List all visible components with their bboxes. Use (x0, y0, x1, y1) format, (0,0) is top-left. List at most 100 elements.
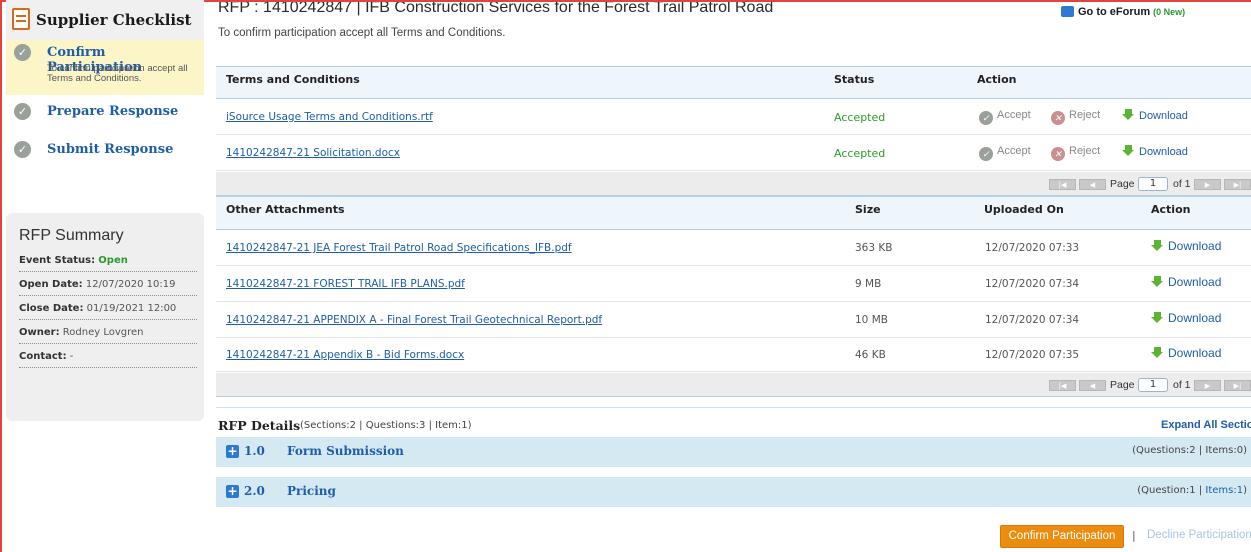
check-icon: ✓ (14, 141, 31, 158)
section-meta: (Question:1 | Items:1) (1137, 485, 1247, 496)
next-page-icon[interactable]: ▶ (1194, 179, 1221, 190)
summary-owner: Owner: Rodney Lovgren (19, 323, 197, 344)
prev-page-icon[interactable]: ◀ (1079, 380, 1106, 391)
divider (216, 407, 1251, 408)
page-label: Page (1110, 178, 1135, 190)
step-label[interactable]: Submit Response (47, 142, 173, 157)
page-subtitle: To confirm participation accept all Term… (218, 27, 506, 39)
close-icon: ✕ (1051, 147, 1065, 161)
terms-pager: |◀ ◀ Page 1 of 1 ▶ ▶| (216, 172, 1251, 196)
table-row: iSource Usage Terms and Conditions.rtf A… (216, 100, 1251, 135)
table-row: 1410242847-21 Solicitation.docx Accepted… (216, 136, 1251, 171)
terms-table-header: Terms and Conditions Status Action (216, 66, 1251, 99)
download-icon (1122, 145, 1135, 157)
open-date-value: 12/07/2020 10:19 (85, 279, 176, 290)
chat-icon[interactable] (1061, 6, 1074, 17)
event-status-label: Event Status: (19, 255, 96, 266)
details-title: RFP Details (218, 418, 301, 433)
check-icon: ✓ (979, 111, 993, 125)
check-icon: ✓ (14, 44, 31, 61)
prev-page-icon[interactable]: ◀ (1079, 179, 1106, 190)
decline-participation-link[interactable]: Decline Participation (1147, 529, 1251, 541)
confirm-participation-button[interactable]: Confirm Participation (1000, 525, 1124, 548)
accept-button[interactable]: ✓ Accept (979, 109, 1031, 125)
expand-all-link[interactable]: Expand All Sections (1161, 419, 1251, 431)
section-name[interactable]: Pricing (287, 484, 336, 498)
step-label[interactable]: Prepare Response (47, 104, 178, 119)
section-pricing[interactable]: + 2.0 Pricing (Question:1 | Items:1) (216, 477, 1251, 507)
close-icon: ✕ (1051, 111, 1065, 125)
first-page-icon[interactable]: |◀ (1049, 380, 1076, 391)
step-confirm-participation[interactable]: ✓ Confirm Participation To confirm parti… (6, 40, 204, 95)
expand-plus-icon[interactable]: + (226, 485, 239, 498)
expand-plus-icon[interactable]: + (226, 445, 239, 458)
section-form-submission[interactable]: + 1.0 Form Submission (Questions:2 | Ite… (216, 437, 1251, 467)
close-date-value: 01/19/2021 12:00 (86, 303, 177, 314)
page-number-input[interactable]: 1 (1138, 378, 1168, 392)
step-submit-response[interactable]: ✓ Submit Response (6, 141, 204, 163)
attachment-link[interactable]: 1410242847-21 APPENDIX A - Final Forest … (226, 314, 602, 326)
event-status-value: Open (98, 255, 128, 266)
section-meta-prefix: (Question:1 | (1137, 485, 1206, 496)
first-page-icon[interactable]: |◀ (1049, 179, 1076, 190)
section-number: 1.0 (244, 444, 265, 458)
items-link[interactable]: Items:1 (1205, 485, 1243, 496)
check-icon: ✓ (979, 147, 993, 161)
section-meta-suffix: ) (1243, 485, 1247, 496)
last-page-icon[interactable]: ▶| (1224, 380, 1251, 391)
download-button[interactable]: Download (1151, 275, 1221, 289)
table-row: 1410242847-21 FOREST TRAIL IFB PLANS.pdf… (216, 267, 1251, 302)
accept-label: Accept (997, 145, 1031, 157)
reject-button[interactable]: ✕ Reject (1051, 109, 1100, 125)
eforum-new-count: (0 New) (1153, 7, 1186, 17)
col-header-action: Action (1151, 203, 1191, 216)
last-page-icon[interactable]: ▶| (1224, 179, 1251, 190)
attachment-link[interactable]: 1410242847-21 Appendix B - Bid Forms.doc… (226, 349, 464, 361)
reject-button[interactable]: ✕ Reject (1051, 145, 1100, 161)
download-icon (1151, 347, 1164, 359)
frame-border-left (0, 0, 2, 552)
table-row: 1410242847-21 Appendix B - Bid Forms.doc… (216, 339, 1251, 372)
status-badge: Accepted (834, 111, 886, 124)
col-header-uploaded: Uploaded On (984, 203, 1064, 216)
uploaded-date: 12/07/2020 07:34 (985, 314, 1080, 326)
next-page-icon[interactable]: ▶ (1194, 380, 1221, 391)
page-label: Page (1110, 379, 1135, 391)
download-button[interactable]: Download (1122, 145, 1188, 158)
download-label: Download (1139, 146, 1188, 158)
download-label: Download (1168, 275, 1222, 289)
owner-label: Owner: (19, 327, 60, 338)
close-date-label: Close Date: (19, 303, 84, 314)
section-meta: (Questions:2 | Items:0) (1132, 445, 1247, 456)
checklist-header: Supplier Checklist (6, 0, 204, 40)
page-number-input[interactable]: 1 (1138, 177, 1168, 191)
uploaded-date: 12/07/2020 07:33 (985, 242, 1080, 254)
details-meta: (Sections:2 | Questions:3 | Item:1) (300, 420, 472, 431)
table-row: 1410242847-21 JEA Forest Trail Patrol Ro… (216, 231, 1251, 266)
eforum-label[interactable]: Go to eForum (1078, 6, 1150, 18)
page-title: RFP : 1410242847 | IFB Construction Serv… (218, 2, 774, 16)
accept-button[interactable]: ✓ Accept (979, 145, 1031, 161)
reject-label: Reject (1069, 145, 1101, 157)
eforum-link[interactable]: Go to eForum (0 New) (1078, 6, 1185, 18)
download-button[interactable]: Download (1151, 239, 1221, 253)
terms-file-link[interactable]: iSource Usage Terms and Conditions.rtf (226, 111, 433, 123)
download-label: Download (1168, 346, 1222, 360)
table-row: 1410242847-21 APPENDIX A - Final Forest … (216, 303, 1251, 338)
attachment-link[interactable]: 1410242847-21 FOREST TRAIL IFB PLANS.pdf (226, 278, 465, 290)
download-button[interactable]: Download (1151, 346, 1221, 360)
step-description: To confirm participation accept all Term… (47, 63, 188, 84)
accept-label: Accept (997, 109, 1031, 121)
step-prepare-response[interactable]: ✓ Prepare Response (6, 103, 204, 125)
download-button[interactable]: Download (1151, 311, 1221, 325)
summary-event-status: Event Status: Open (19, 251, 197, 272)
terms-file-link[interactable]: 1410242847-21 Solicitation.docx (226, 147, 400, 159)
col-header-size: Size (855, 203, 881, 216)
attachment-link[interactable]: 1410242847-21 JEA Forest Trail Patrol Ro… (226, 242, 572, 254)
contact-label: Contact: (19, 351, 67, 362)
summary-title: RFP Summary (19, 227, 124, 244)
section-name[interactable]: Form Submission (287, 444, 404, 458)
download-label: Download (1139, 110, 1188, 122)
download-button[interactable]: Download (1122, 109, 1188, 122)
main-content: RFP : 1410242847 | IFB Construction Serv… (216, 0, 1251, 552)
